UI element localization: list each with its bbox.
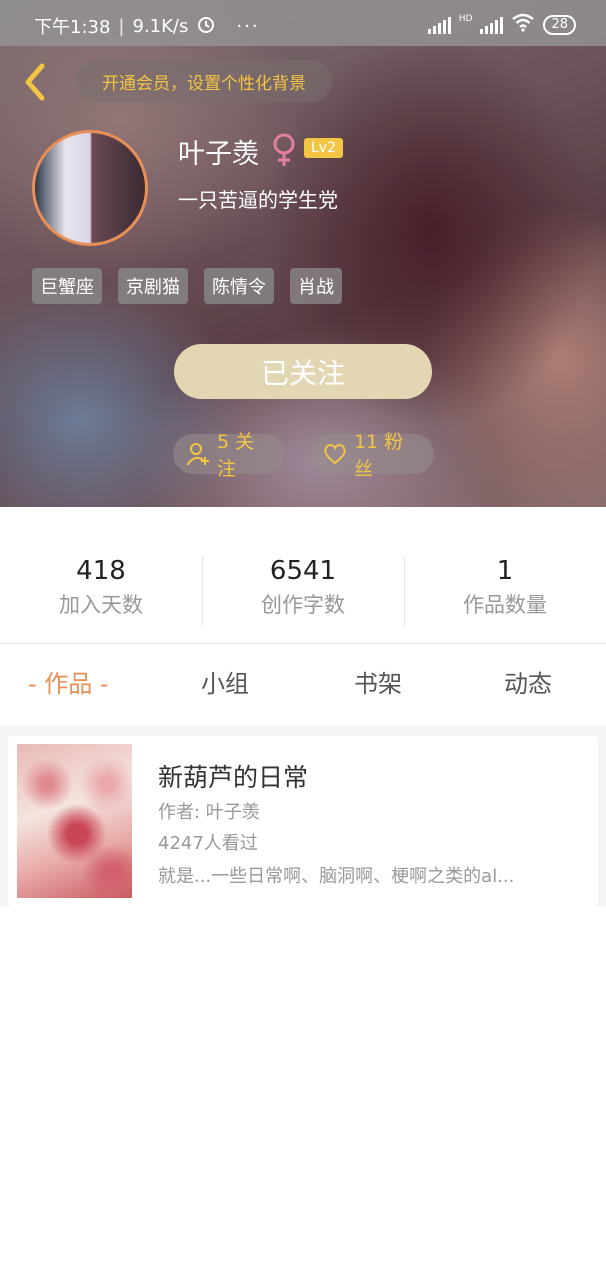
- user-bio: 一只苦逼的学生党: [178, 188, 338, 212]
- tab-works[interactable]: - 作品 -: [28, 664, 109, 699]
- followed-button[interactable]: 已关注: [174, 344, 432, 399]
- network-speed: 9.1K/s: [132, 15, 189, 37]
- chevron-left-icon: [25, 63, 45, 101]
- work-cover-image: [17, 744, 132, 898]
- heart-icon: [324, 444, 346, 465]
- user-stats: 418 加入天数 6541 创作字数 1 作品数量: [0, 554, 606, 626]
- stat-works-count: 1 作品数量: [404, 554, 606, 626]
- status-time: 下午1:38: [34, 17, 111, 38]
- followers-count-button[interactable]: 11 粉丝: [310, 431, 434, 480]
- following-count-button[interactable]: 5 关注: [173, 431, 285, 480]
- tab-groups[interactable]: 小组: [201, 664, 249, 699]
- stat-label: 作品数量: [463, 593, 547, 617]
- user-add-icon: [186, 443, 209, 466]
- female-icon: [268, 132, 300, 172]
- stat-label: 加入天数: [59, 593, 143, 617]
- tag-item[interactable]: 陈情令: [204, 268, 274, 304]
- stat-words-written: 6541 创作字数: [202, 554, 404, 626]
- followers-count: 11 粉丝: [353, 431, 404, 480]
- username: 叶子羡: [178, 139, 259, 170]
- stat-label: 创作字数: [261, 593, 345, 617]
- divider: [0, 643, 606, 644]
- stat-days-joined: 418 加入天数: [0, 554, 202, 626]
- work-title: 新葫芦的日常: [158, 763, 309, 792]
- back-button[interactable]: [18, 62, 58, 102]
- signal-icon-2: [480, 16, 504, 34]
- signal-icon: [427, 16, 451, 34]
- tab-activity[interactable]: 动态: [504, 664, 552, 699]
- stat-value: 6541: [269, 556, 337, 586]
- interest-tags: 巨蟹座 京剧猫 陈情令 肖战: [32, 268, 342, 304]
- work-views: 4247人看过: [158, 833, 258, 854]
- vip-background-promo[interactable]: 开通会员，设置个性化背景: [76, 60, 332, 102]
- tag-item[interactable]: 京剧猫: [118, 268, 188, 304]
- stat-value: 1: [496, 556, 514, 586]
- avatar[interactable]: [32, 130, 148, 246]
- tag-item[interactable]: 肖战: [290, 268, 342, 304]
- more-notifications: ···: [236, 15, 260, 37]
- stat-value: 418: [76, 556, 126, 586]
- work-author: 作者: 叶子羡: [158, 802, 260, 823]
- status-bar: 下午1:38 | 9.1K/s ··· HD 28: [0, 0, 606, 46]
- hd-label: HD: [458, 13, 473, 24]
- battery-indicator: 28: [543, 14, 576, 35]
- work-card[interactable]: 新葫芦的日常 作者: 叶子羡 4247人看过 就是...一些日常啊、脑洞啊、梗啊…: [8, 736, 598, 906]
- level-badge: Lv2: [304, 138, 343, 158]
- profile-tabs: - 作品 - 小组 书架 动态: [0, 664, 606, 714]
- alarm-icon: [196, 14, 216, 39]
- following-count: 5 关注: [216, 431, 255, 480]
- tag-item[interactable]: 巨蟹座: [32, 268, 102, 304]
- wifi-icon: [511, 12, 535, 37]
- work-summary: 就是...一些日常啊、脑洞啊、梗啊之类的al...: [158, 866, 515, 887]
- tab-bookshelf[interactable]: 书架: [354, 664, 402, 699]
